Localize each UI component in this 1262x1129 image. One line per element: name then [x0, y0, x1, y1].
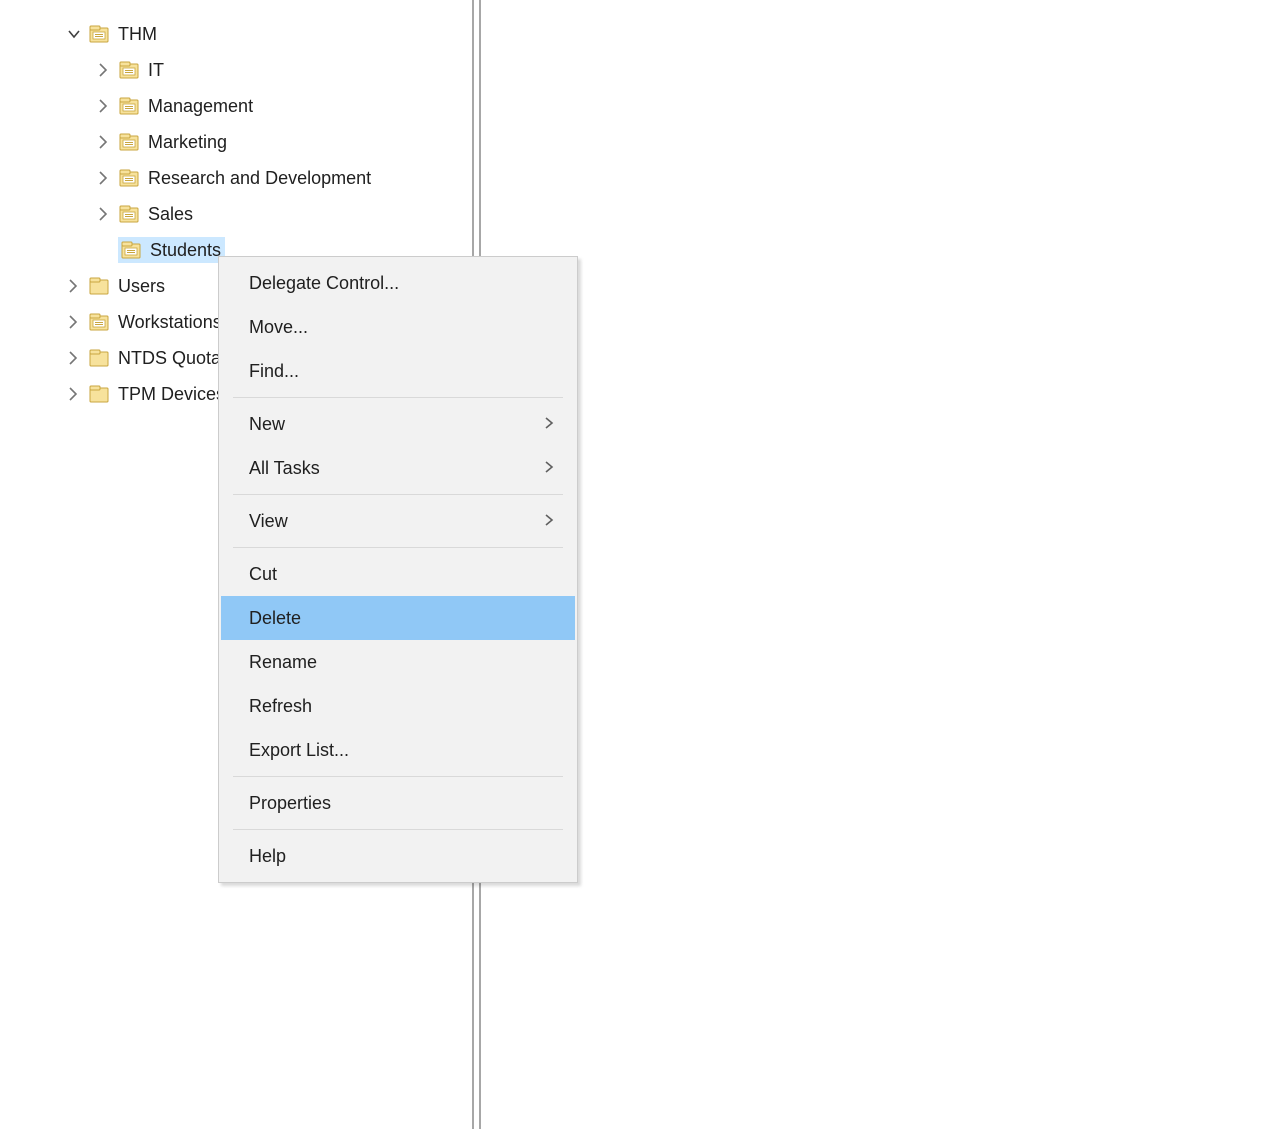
- ou-folder-icon: [118, 167, 140, 189]
- menu-separator: [233, 547, 563, 548]
- ou-folder-icon: [118, 95, 140, 117]
- menu-item-label: Refresh: [249, 696, 312, 717]
- menu-item-delete[interactable]: Delete: [221, 596, 575, 640]
- menu-item-properties[interactable]: Properties: [221, 781, 575, 825]
- menu-item-label: Rename: [249, 652, 317, 673]
- menu-separator: [233, 397, 563, 398]
- chevron-right-icon[interactable]: [96, 134, 112, 150]
- menu-item-find[interactable]: Find...: [221, 349, 575, 393]
- chevron-down-icon[interactable]: [66, 26, 82, 42]
- tree-node-label: Sales: [148, 204, 193, 225]
- tree-node-label: Workstations: [118, 312, 222, 333]
- folder-icon: [88, 275, 110, 297]
- menu-separator: [233, 829, 563, 830]
- menu-item-view[interactable]: View: [221, 499, 575, 543]
- tree-node-sales[interactable]: Sales: [66, 196, 371, 232]
- menu-separator: [233, 494, 563, 495]
- chevron-right-icon[interactable]: [66, 314, 82, 330]
- menu-item-label: Move...: [249, 317, 308, 338]
- chevron-right-icon[interactable]: [96, 170, 112, 186]
- chevron-right-icon[interactable]: [66, 350, 82, 366]
- menu-item-label: Delegate Control...: [249, 273, 399, 294]
- menu-item-label: Properties: [249, 793, 331, 814]
- tree-node-research-and-development[interactable]: Research and Development: [66, 160, 371, 196]
- menu-item-label: All Tasks: [249, 458, 320, 479]
- ou-folder-icon: [120, 239, 142, 261]
- folder-icon: [88, 383, 110, 405]
- tree-node-label: Research and Development: [148, 168, 371, 189]
- submenu-arrow-icon: [543, 458, 555, 479]
- tree-node-label: Marketing: [148, 132, 227, 153]
- submenu-arrow-icon: [543, 414, 555, 435]
- tree-node-label: THM: [118, 24, 157, 45]
- menu-item-label: New: [249, 414, 285, 435]
- tree-node-label: Users: [118, 276, 165, 297]
- folder-icon: [88, 347, 110, 369]
- menu-item-new[interactable]: New: [221, 402, 575, 446]
- menu-item-delegate-control[interactable]: Delegate Control...: [221, 261, 575, 305]
- menu-item-label: Help: [249, 846, 286, 867]
- menu-item-cut[interactable]: Cut: [221, 552, 575, 596]
- tree-node-label: Students: [150, 240, 221, 261]
- ou-folder-icon: [118, 59, 140, 81]
- tree-node-label: Management: [148, 96, 253, 117]
- menu-separator: [233, 776, 563, 777]
- menu-item-label: Export List...: [249, 740, 349, 761]
- menu-item-refresh[interactable]: Refresh: [221, 684, 575, 728]
- ou-folder-icon: [118, 131, 140, 153]
- menu-item-rename[interactable]: Rename: [221, 640, 575, 684]
- ou-folder-icon: [88, 311, 110, 333]
- menu-item-move[interactable]: Move...: [221, 305, 575, 349]
- chevron-right-icon[interactable]: [66, 278, 82, 294]
- tree-node-thm[interactable]: THM: [66, 16, 371, 52]
- chevron-right-icon[interactable]: [96, 98, 112, 114]
- menu-item-export-list[interactable]: Export List...: [221, 728, 575, 772]
- ou-folder-icon: [88, 23, 110, 45]
- menu-item-help[interactable]: Help: [221, 834, 575, 878]
- menu-item-label: View: [249, 511, 288, 532]
- chevron-right-icon[interactable]: [96, 206, 112, 222]
- chevron-right-icon[interactable]: [66, 386, 82, 402]
- tree-node-management[interactable]: Management: [66, 88, 371, 124]
- tree-node-label: NTDS Quotas: [118, 348, 230, 369]
- tree-node-label: TPM Devices: [118, 384, 225, 405]
- tree-node-marketing[interactable]: Marketing: [66, 124, 371, 160]
- menu-item-all-tasks[interactable]: All Tasks: [221, 446, 575, 490]
- menu-item-label: Find...: [249, 361, 299, 382]
- tree-node-it[interactable]: IT: [66, 52, 371, 88]
- menu-item-label: Delete: [249, 608, 301, 629]
- menu-item-label: Cut: [249, 564, 277, 585]
- submenu-arrow-icon: [543, 511, 555, 532]
- context-menu: Delegate Control... Move... Find... New …: [218, 256, 578, 883]
- tree-node-label: IT: [148, 60, 164, 81]
- chevron-right-icon[interactable]: [96, 62, 112, 78]
- ou-folder-icon: [118, 203, 140, 225]
